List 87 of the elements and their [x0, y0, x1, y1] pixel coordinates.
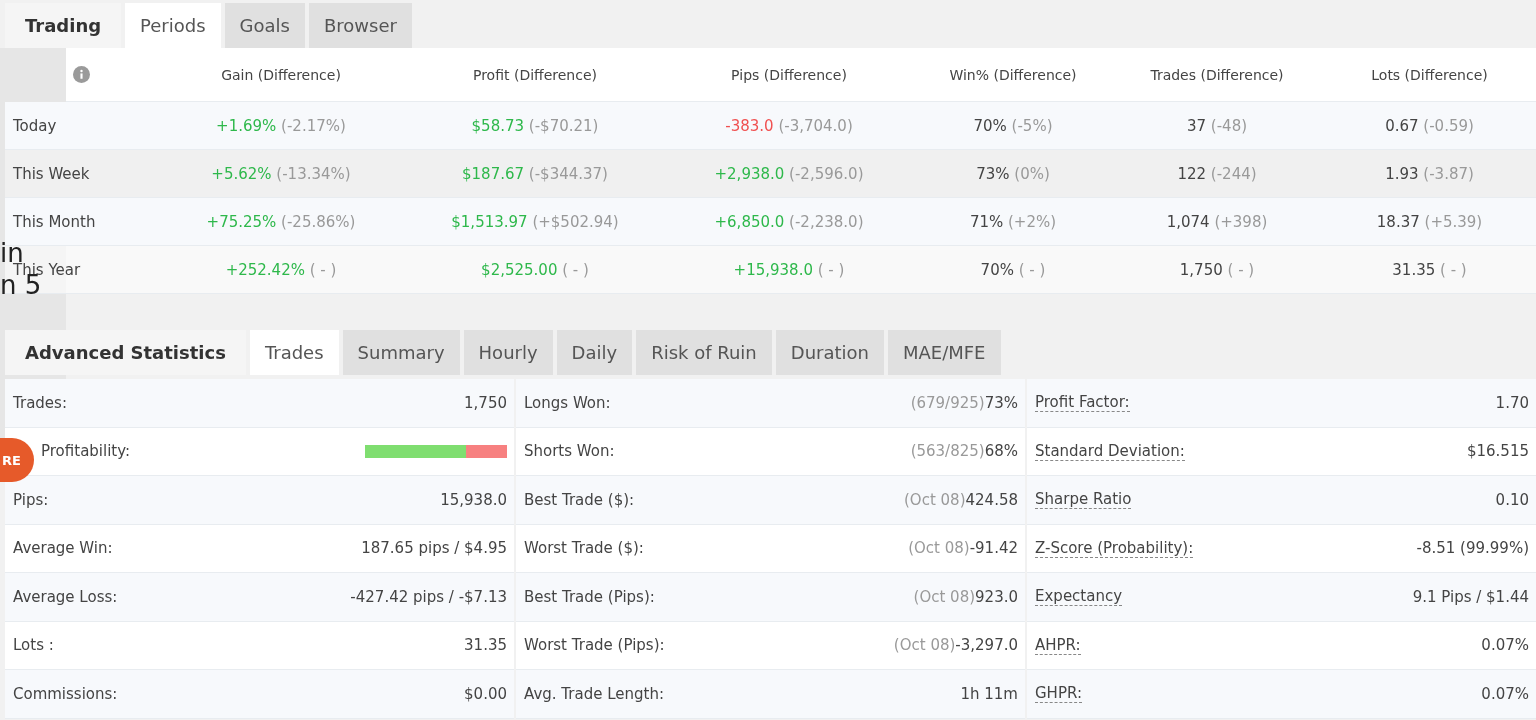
table-cell-text: $187.67 (-$344.37) [461, 164, 609, 183]
stat-value: (Oct 08)424.58 [904, 490, 1018, 509]
stat-value: -8.51 (99.99%) [1416, 539, 1529, 558]
stat-value: 9.1 Pips / $1.44 [1412, 587, 1529, 606]
table-cell-text: 37 (-48) [1185, 116, 1249, 135]
column-header: Lots (Difference) [1370, 66, 1489, 83]
table-cell-text: +1.69% (-2.17%) [215, 116, 347, 135]
tab[interactable]: Risk of Ruin [636, 330, 772, 375]
table-cell-text: 0.67 (-0.59) [1384, 116, 1475, 135]
stat-label: Best Trade ($): [524, 490, 635, 509]
stat-value: 1,750 [464, 393, 507, 412]
table-cell-text: 70% (-5%) [972, 116, 1054, 135]
stat-label: Average Win: [13, 539, 113, 558]
stat-label: Pips: [13, 490, 49, 509]
table-cell-text: $2,525.00 ( - ) [480, 260, 590, 279]
stat-value: 0.07% [1481, 684, 1529, 703]
column-header: Trades (Difference) [1149, 66, 1285, 83]
panel-title: Trading [5, 3, 122, 48]
stat-value: -427.42 pips / -$7.13 [350, 587, 507, 606]
table-cell-text: 73% (0%) [975, 164, 1051, 183]
tab[interactable]: MAE/MFE [887, 330, 1001, 375]
stat-value: 31.35 [464, 636, 507, 655]
table-cell-text: 1,074 (+398) [1165, 212, 1269, 231]
stat-label: Expectancy [1035, 587, 1123, 607]
column-header: Win% (Difference) [948, 66, 1078, 83]
table-cell-text: 70% ( - ) [979, 260, 1047, 279]
stat-label: Longs Won: [524, 393, 611, 412]
info-icon[interactable] [73, 66, 90, 83]
stat-value: (679/925)73% [910, 393, 1018, 412]
table-cell-text: 71% (+2%) [968, 212, 1058, 231]
table-cell-text: $58.73 (-$70.21) [470, 116, 600, 135]
stat-label: Average Loss: [13, 587, 118, 606]
stat-label: Avg. Trade Length: [524, 684, 664, 703]
table-cell-text: +6,850.0 (-2,238.0) [713, 212, 865, 231]
period-label: This Month [12, 212, 97, 231]
stat-value: 187.65 pips / $4.95 [361, 539, 507, 558]
tab[interactable]: Summary [342, 330, 460, 375]
stat-label: Trades: [13, 393, 67, 412]
tab[interactable]: Trades [249, 330, 339, 375]
tab[interactable]: Browser [308, 3, 412, 48]
stat-label: Sharpe Ratio [1035, 490, 1132, 510]
stat-value: (Oct 08)-91.42 [908, 539, 1018, 558]
table-cell-text: 1,750 ( - ) [1178, 260, 1256, 279]
stat-label: Standard Deviation: [1035, 441, 1185, 461]
stat-label: GHPR: [1035, 684, 1082, 704]
stat-label: Profitability: [40, 442, 131, 461]
column-header: Pips (Difference) [730, 66, 848, 83]
table-cell-text: 122 (-244) [1176, 164, 1258, 183]
period-label: Today [12, 116, 58, 135]
stat-value: 0.07% [1481, 636, 1529, 655]
stat-value: 0.10 [1495, 490, 1529, 509]
table-cell-text: 1.93 (-3.87) [1384, 164, 1475, 183]
tab[interactable]: Hourly [463, 330, 553, 375]
table-cell-text: +252.42% ( - ) [224, 260, 338, 279]
table-cell-text: -383.0 (-3,704.0) [724, 116, 854, 135]
stat-label: Best Trade (Pips): [524, 587, 655, 606]
stat-value: 15,938.0 [440, 490, 507, 509]
stat-value: $16.515 [1466, 442, 1529, 461]
stat-label: Z-Score (Probability): [1035, 538, 1194, 558]
period-label: This Week [12, 164, 91, 183]
table-cell-text: 18.37 (+5.39) [1375, 212, 1484, 231]
table-cell-text: $1,513.97 (+$502.94) [450, 212, 620, 231]
stat-value: 1h 11m [960, 684, 1018, 703]
stat-value: (563/825)68% [910, 442, 1018, 461]
table-cell-text: +75.25% (-25.86%) [205, 212, 357, 231]
stat-value: (Oct 08)923.0 [913, 587, 1018, 606]
stat-label: Profit Factor: [1035, 393, 1130, 413]
stat-value: 1.70 [1495, 393, 1529, 412]
table-cell-text: +5.62% (-13.34%) [210, 164, 352, 183]
table-cell-text: 31.35 ( - ) [1391, 260, 1468, 279]
stat-label: Commissions: [13, 684, 118, 703]
tab[interactable]: Duration [775, 330, 884, 375]
tab[interactable]: Goals [224, 3, 305, 48]
column-header: Profit (Difference) [471, 66, 599, 83]
column-header: Gain (Difference) [220, 66, 342, 83]
stat-label: Worst Trade ($): [524, 539, 644, 558]
table-cell-text: +2,938.0 (-2,596.0) [713, 164, 865, 183]
stat-label: AHPR: [1035, 635, 1081, 655]
tab[interactable]: Periods [125, 3, 221, 48]
stat-label: Worst Trade (Pips): [524, 636, 665, 655]
table-cell-text: +15,938.0 ( - ) [732, 260, 846, 279]
tab[interactable]: Daily [556, 330, 633, 375]
stat-label: Lots : [13, 636, 54, 655]
stat-label: Shorts Won: [524, 442, 615, 461]
stat-value: $0.00 [464, 684, 507, 703]
panel-title: Advanced Statistics [5, 330, 246, 375]
stat-value: (Oct 08)-3,297.0 [893, 636, 1018, 655]
